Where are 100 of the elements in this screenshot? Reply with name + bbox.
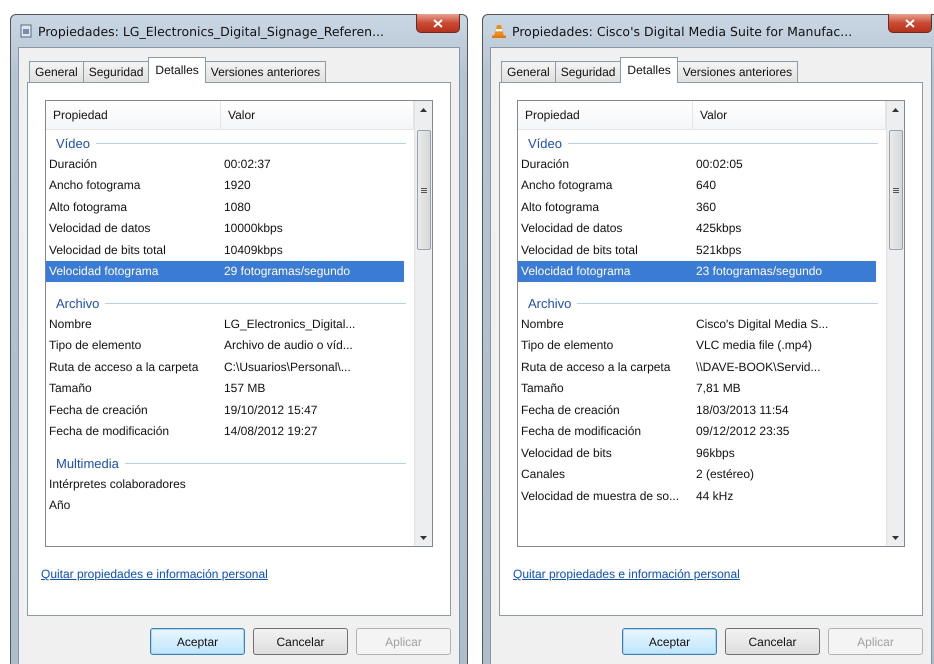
property-name: Tipo de elemento: [48, 338, 142, 352]
property-row[interactable]: Velocidad de datos 10000kbps: [46, 218, 404, 239]
property-value: 7,81 MB: [695, 381, 742, 396]
property-row[interactable]: Canales 2 (estéreo): [518, 464, 876, 485]
tab[interactable]: Seguridad: [554, 61, 622, 82]
property-value: 00:02:37: [223, 156, 272, 171]
property-value: VLC media file (.mp4): [695, 338, 814, 352]
property-value: 10000kbps: [223, 221, 284, 236]
property-row[interactable]: Ancho fotograma 1920: [46, 174, 404, 196]
property-row[interactable]: Fecha de creación 18/03/2013 11:54: [518, 399, 876, 420]
group-heading: Multimedia: [56, 456, 119, 471]
property-row[interactable]: Tipo de elemento VLC media file (.mp4): [518, 334, 876, 356]
property-name: Ancho fotograma: [520, 178, 614, 192]
property-name: Duración: [520, 156, 570, 171]
property-row[interactable]: Año: [46, 494, 404, 516]
scrollbar[interactable]: [414, 101, 432, 546]
property-value: 2 (estéreo): [695, 467, 756, 482]
property-row[interactable]: Velocidad de bits total 10409kbps: [46, 239, 404, 260]
scroll-thumb[interactable]: [888, 130, 902, 250]
down-arrow-icon[interactable]: [892, 536, 899, 540]
property-row[interactable]: Tamaño 7,81 MB: [518, 378, 876, 399]
scrollbar[interactable]: [886, 101, 904, 546]
column-header[interactable]: Propiedad: [518, 101, 693, 129]
property-row[interactable]: Ruta de acceso a la carpeta C:\Usuarios\Personal\...: [46, 356, 404, 378]
scroll-thumb[interactable]: [416, 130, 430, 250]
property-row[interactable]: Velocidad fotograma 23 fotogramas/segundo: [518, 260, 876, 282]
property-value: 360: [695, 200, 718, 214]
property-value: 1080: [223, 200, 252, 214]
window-title: Propiedades: Cisco's Digital Media Suite for Manufac...: [512, 24, 854, 38]
property-row[interactable]: Velocidad de bits total 521kbps: [518, 239, 876, 260]
property-value: 96kbps: [695, 446, 736, 460]
grip-icon: [420, 188, 426, 192]
tab[interactable]: Detalles: [620, 57, 678, 83]
traffic-cone-icon: [492, 24, 506, 38]
close-icon: [905, 18, 915, 28]
property-row[interactable]: Ruta de acceso a la carpeta \\DAVE-BOOK\Servid...: [518, 356, 876, 378]
property-value: 14/08/2012 19:27: [223, 424, 318, 438]
property-row[interactable]: Alto fotograma 1080: [46, 196, 404, 218]
property-value: Cisco's Digital Media S...: [695, 316, 830, 331]
property-row[interactable]: Ancho fotograma 640: [518, 174, 876, 196]
property-name: Alto fotograma: [520, 200, 600, 214]
close-button[interactable]: [416, 14, 460, 33]
property-row[interactable]: Nombre LG_Electronics_Digital...: [46, 313, 404, 334]
remove-properties-link[interactable]: Quitar propiedades e información personal: [41, 567, 268, 581]
grip-icon: [892, 188, 898, 192]
tab[interactable]: Detalles: [148, 57, 206, 83]
property-row[interactable]: Nombre Cisco's Digital Media S...: [518, 313, 876, 334]
property-row[interactable]: Velocidad de bits 96kbps: [518, 442, 876, 464]
property-name: Canales: [520, 467, 566, 482]
property-value: 157 MB: [223, 381, 266, 396]
property-name: Nombre: [520, 316, 565, 331]
dialog-button[interactable]: Cancelar: [725, 628, 820, 655]
property-value: C:\Usuarios\Personal\...: [223, 360, 352, 374]
property-value: LG_Electronics_Digital...: [223, 316, 356, 331]
property-row[interactable]: Fecha de modificación 09/12/2012 23:35: [518, 420, 876, 442]
column-header[interactable]: Propiedad: [46, 101, 221, 129]
dialog-button[interactable]: Aceptar: [622, 628, 717, 655]
property-value: 10409kbps: [223, 242, 284, 257]
property-name: Ruta de acceso a la carpeta: [48, 360, 200, 374]
property-name: Tamaño: [520, 381, 565, 396]
property-row[interactable]: Velocidad de muestra de so... 44 kHz: [518, 485, 876, 506]
property-name: Ancho fotograma: [48, 178, 142, 192]
down-arrow-icon[interactable]: [420, 536, 427, 540]
property-name: Tamaño: [48, 381, 93, 396]
remove-properties-link[interactable]: Quitar propiedades e información personal: [513, 567, 740, 581]
tab[interactable]: General: [29, 61, 84, 82]
close-icon: [433, 18, 443, 28]
property-row[interactable]: Velocidad de datos 425kbps: [518, 218, 876, 239]
tab[interactable]: Versiones anteriores: [676, 61, 798, 82]
property-value: 521kbps: [695, 242, 742, 257]
property-row[interactable]: Intérpretes colaboradores: [46, 473, 404, 494]
property-row[interactable]: Tipo de elemento Archivo de audio o víd...: [46, 334, 404, 356]
tab[interactable]: Versiones anteriores: [204, 61, 326, 82]
property-value: 425kbps: [695, 221, 742, 236]
property-row[interactable]: Tamaño 157 MB: [46, 378, 404, 399]
dialog-button[interactable]: Aceptar: [150, 628, 245, 655]
property-row[interactable]: Duración 00:02:05: [518, 153, 876, 174]
dialog-button[interactable]: Cancelar: [253, 628, 348, 655]
property-name: Fecha de modificación: [520, 424, 642, 438]
up-arrow-icon[interactable]: [420, 108, 427, 112]
property-row[interactable]: Velocidad fotograma 29 fotogramas/segundo: [46, 260, 404, 282]
property-name: Fecha de creación: [520, 402, 621, 417]
window-title: Propiedades: LG_Electronics_Digital_Signage_Referen...: [38, 24, 386, 38]
property-name: Año: [48, 498, 72, 512]
property-name: Velocidad de datos: [48, 221, 152, 236]
tab[interactable]: Seguridad: [82, 61, 150, 82]
property-name: Velocidad de muestra de so...: [520, 488, 680, 503]
property-row[interactable]: Alto fotograma 360: [518, 196, 876, 218]
property-name: Velocidad de bits: [520, 446, 613, 460]
property-name: Tipo de elemento: [520, 338, 614, 352]
property-row[interactable]: Duración 00:02:37: [46, 153, 404, 174]
property-name: Alto fotograma: [48, 200, 128, 214]
property-name: Velocidad de bits total: [520, 242, 639, 257]
tab[interactable]: General: [501, 61, 556, 82]
property-value: \\DAVE-BOOK\Servid...: [695, 360, 822, 374]
property-row[interactable]: Fecha de modificación 14/08/2012 19:27: [46, 420, 404, 442]
up-arrow-icon[interactable]: [892, 108, 899, 112]
property-row[interactable]: Fecha de creación 19/10/2012 15:47: [46, 399, 404, 420]
property-name: Velocidad fotograma: [520, 264, 632, 278]
close-button[interactable]: [888, 14, 932, 33]
